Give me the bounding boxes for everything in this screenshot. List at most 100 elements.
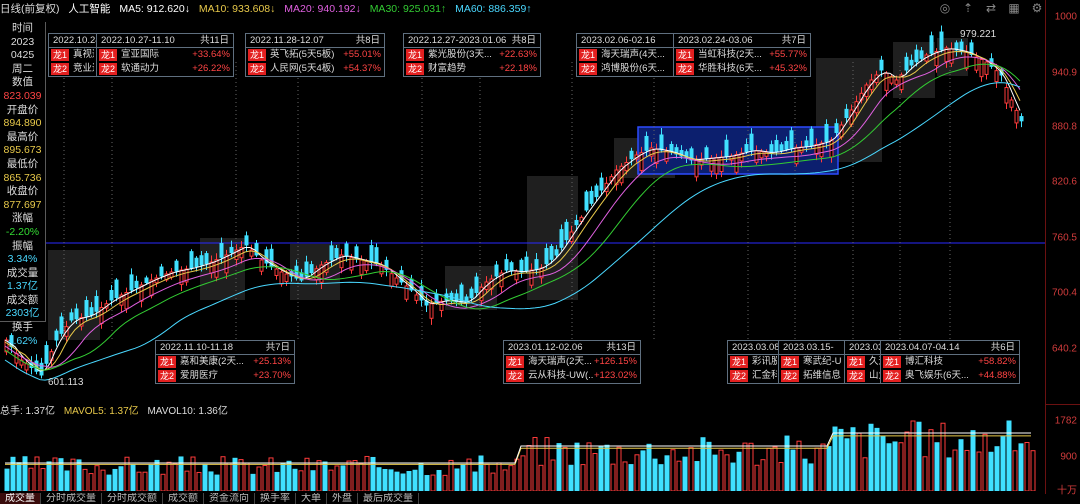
tab-item[interactable]: 最后成交量 [358, 493, 419, 504]
volume-bar [772, 446, 778, 491]
dragon-tag: 龙1 [406, 49, 424, 61]
amplitude-value: 3.34% [7, 253, 38, 266]
grid-icon[interactable]: ▦ [1007, 1, 1021, 15]
annotation-box[interactable]: 2022.10.24 龙1 真视通龙2 竞业达 [48, 33, 101, 77]
volume-bar [400, 473, 406, 491]
high-value: 895.673 [3, 144, 42, 157]
stock-name[interactable]: 宣亚国际 [121, 48, 192, 62]
candle-body [54, 330, 59, 341]
candle-body [284, 273, 289, 283]
period-label[interactable]: 日线(前复权) [0, 3, 60, 15]
volume-bar [850, 427, 856, 491]
stock-name[interactable]: 汇金科技 [752, 369, 777, 383]
volume-chart[interactable] [0, 419, 1045, 491]
stock-name[interactable]: 紫光股份(3天... [428, 48, 499, 62]
stock-name[interactable]: 竞业达 [73, 62, 94, 76]
vol-tick-mid: 900 [1060, 451, 1077, 463]
candle-body [534, 259, 539, 270]
tab-item[interactable]: 外盘 [327, 493, 358, 504]
candle-body [334, 248, 339, 258]
volume-bar [670, 449, 676, 491]
candle-body [1004, 87, 1009, 104]
stock-name[interactable]: 久远 [869, 355, 880, 369]
stock-name[interactable]: 云从科技-UW(... [528, 369, 594, 383]
volume-bar [874, 427, 880, 491]
annotation-box[interactable]: 2023.01.12-02.06 共13日 龙1 海天瑞声(2天... +126.15%… [503, 340, 641, 384]
stock-name[interactable]: 鸿博股份(6天... [601, 62, 672, 76]
stock-name[interactable]: 当虹科技(2天... [698, 48, 769, 62]
settings-icon[interactable]: ⚙ [1030, 1, 1044, 15]
low-label: 最低价 [6, 157, 39, 170]
annotation-box[interactable]: 2023.02.24-03.06 共7日 龙1 当虹科技(2天... +55.77% 龙2… [673, 33, 811, 77]
annotation-range: 2022.11.28-12.07 [250, 35, 324, 46]
stock-gain: +23.70% [253, 370, 291, 381]
volume-bar [538, 464, 544, 491]
dragon-tag: 龙1 [506, 356, 524, 368]
tab-item[interactable]: 资金流向 [204, 493, 255, 504]
tab-item[interactable]: 成交量 [0, 493, 41, 504]
annotation-box[interactable]: 2023.03.龙1久远龙2山大 [844, 340, 886, 384]
volume-bar [814, 447, 820, 491]
stock-name[interactable]: 财富趋势 [428, 62, 499, 76]
volume-bar [706, 441, 712, 491]
tab-item[interactable]: 分时成交量 [41, 493, 102, 504]
ring-icon[interactable]: ◎ [938, 1, 952, 15]
annotation-box[interactable]: 2023.02.06-02.16 龙1 海天瑞声(4天... 龙2 鸿博股份(6天... [576, 33, 676, 77]
annotation-box[interactable]: 2022.11.28-12.07 共8日 龙1 英飞拓(5天5板) +55.01% 龙2 人… [245, 33, 385, 77]
stock-name[interactable]: 山大 [869, 369, 880, 383]
candle-body [24, 363, 29, 371]
volume-bar [124, 456, 130, 491]
stock-name[interactable]: 海天瑞声(2天... [528, 355, 594, 369]
stock-name[interactable]: 拓维信息 [803, 369, 842, 383]
volume-bar [748, 442, 754, 491]
dragon-tag: 龙2 [506, 370, 524, 382]
rise-icon[interactable]: ⇡ [961, 1, 975, 15]
volume-bar [988, 451, 994, 491]
stock-name[interactable]: 博汇科技 [905, 355, 978, 369]
volume-header: 总手: 1.37亿 MAVOL5: 1.37亿 MAVOL10: 1.36亿 [0, 405, 1045, 419]
candle-body [279, 271, 284, 285]
stock-name[interactable]: 英飞拓(5天5板) [270, 48, 343, 62]
annotation-box[interactable]: 2022.10.27-11.10 共11日 龙1 宣亚国际 +33.64% 龙2 软通动力 +… [96, 33, 234, 77]
annotation-box[interactable]: 2023.03.15-03龙1 寒武纪-U 龙2 拓维信息 [778, 340, 846, 384]
candle-body [929, 35, 934, 54]
candle-body [344, 243, 349, 257]
exchange-icon[interactable]: ⇄ [984, 1, 998, 15]
dragon-tag: 龙1 [248, 49, 266, 61]
time-label: 时间 [12, 22, 33, 34]
stock-name[interactable]: 奥飞娱乐(6天... [905, 369, 978, 383]
volume-bar [154, 459, 160, 491]
candle-body [474, 276, 479, 294]
stock-name[interactable]: 海天瑞声(4天... [601, 48, 672, 62]
volume-bar [466, 458, 472, 491]
annotation-box[interactable]: 2022.12.27-2023.01.06 共8日 龙1 紫光股份(3天... +22.… [403, 33, 541, 77]
volume-bar [262, 464, 268, 491]
tab-item[interactable]: 大单 [296, 493, 327, 504]
annotation-box[interactable]: 2023.04.07-04.14 共6日 龙1 博汇科技 +58.82% 龙2 奥飞娱乐(6… [880, 340, 1020, 384]
tab-item[interactable]: 换手率 [255, 493, 296, 504]
volume-bar [688, 447, 694, 491]
annotation-box[interactable]: 2023.03.08- 龙1 彩讯股份龙2 汇金科技 [727, 340, 783, 384]
stock-name[interactable]: 爱朋医疗 [180, 369, 253, 383]
close-label: 收盘价 [6, 185, 39, 198]
stock-name[interactable]: 华胜科技(6天... [698, 62, 769, 76]
stock-name[interactable]: 嘉和美康(2天... [180, 355, 253, 369]
stock-name[interactable]: 寒武纪-U [803, 355, 842, 369]
candle-body [129, 274, 134, 291]
volume-bar [1006, 420, 1012, 491]
ma30-label: MA30: 925.031↑ [369, 3, 447, 15]
stock-name[interactable]: 软通动力 [121, 62, 192, 76]
volume-bar [28, 467, 34, 491]
stock-name[interactable]: 彩讯股份 [752, 355, 777, 369]
tab-item[interactable]: 成交额 [163, 493, 204, 504]
candle-body [769, 144, 774, 154]
tab-item[interactable]: 分时成交额 [102, 493, 163, 504]
stock-name[interactable]: 人民网(5天4板) [270, 62, 343, 76]
annotation-box[interactable]: 2022.11.10-11.18 共7日 龙1 嘉和美康(2天... +25.13% 龙2… [155, 340, 295, 384]
volume-bar [658, 464, 664, 491]
volume-bar [274, 471, 280, 491]
stock-name[interactable]: 真视通 [73, 48, 94, 62]
volume-bar [838, 428, 844, 491]
dragon-tag: 龙2 [158, 370, 176, 382]
candle-body [894, 79, 899, 85]
